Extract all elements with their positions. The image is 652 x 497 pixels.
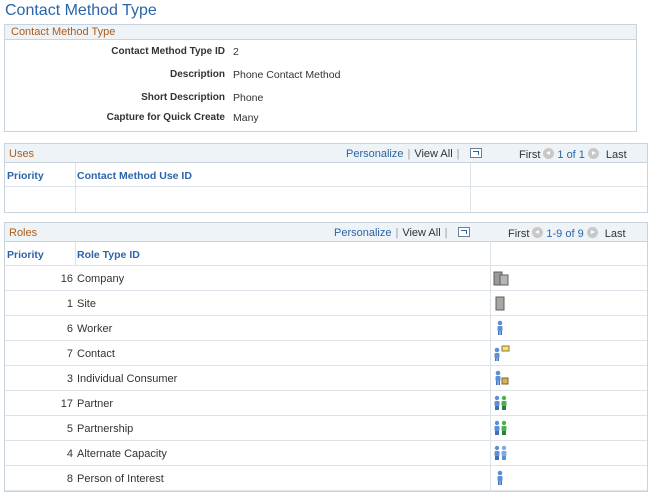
roles-col-priority[interactable]: Priority: [7, 249, 44, 261]
row-priority: 3: [66, 373, 73, 385]
roles-prev-arrow-icon[interactable]: [532, 227, 544, 238]
roles-grid-header: Roles Personalize | View All | First 1-9 of …: [5, 223, 647, 242]
row-role-type: Company: [77, 273, 125, 285]
uses-pagination: First 1 of 1 Last: [519, 148, 627, 161]
type-id-value: 2: [233, 46, 239, 58]
table-row: 1 Site: [5, 291, 647, 316]
row-priority: 17: [60, 398, 73, 410]
roles-grid: Roles Personalize | View All | First 1-9 of …: [4, 222, 648, 492]
uses-header-divider: [5, 186, 647, 187]
table-row: 17 Partner: [5, 391, 647, 416]
field-row-quick-create: Capture for Quick Create Many: [5, 112, 636, 126]
row-priority: 6: [66, 323, 73, 335]
row-role-type: Worker: [77, 323, 113, 335]
consumer-person-icon: [495, 370, 509, 385]
roles-grid-nav: Personalize | View All |: [334, 227, 470, 239]
partner-people-icon: [494, 395, 507, 410]
short-description-label: Short Description: [141, 92, 225, 103]
groupbox-header: Contact Method Type: [5, 25, 636, 40]
uses-last-label: Last: [605, 149, 627, 161]
row-role-type: Alternate Capacity: [77, 448, 167, 460]
table-row: 4 Alternate Capacity: [5, 441, 647, 466]
worker-person-icon: [497, 320, 503, 335]
row-role-type: Site: [77, 298, 96, 310]
roles-pagination: First 1-9 of 9 Last: [508, 227, 626, 240]
field-row-type-id: Contact Method Type ID 2: [5, 46, 636, 60]
uses-grid-title: Uses: [9, 148, 35, 160]
row-role-type: Individual Consumer: [77, 373, 178, 385]
row-priority: 1: [66, 298, 73, 310]
uses-range-text: 1 of 1: [557, 149, 585, 161]
site-building-icon: [495, 296, 505, 311]
description-value: Phone Contact Method: [233, 69, 341, 81]
table-row: 7 Contact: [5, 341, 647, 366]
table-row: 16 Company: [5, 266, 647, 291]
uses-prev-arrow-icon[interactable]: [543, 148, 555, 159]
uses-grid-header: Uses Personalize | View All | First 1 of 1 La…: [5, 144, 647, 163]
row-priority: 7: [66, 348, 73, 360]
table-row: 3 Individual Consumer: [5, 366, 647, 391]
uses-grid: Uses Personalize | View All | First 1 of 1 La…: [4, 143, 648, 213]
row-role-type: Contact: [77, 348, 115, 360]
roles-grid-title: Roles: [9, 227, 38, 239]
field-row-short-description: Short Description Phone: [5, 92, 636, 106]
uses-col-divider: [75, 163, 76, 212]
roles-icon-col-divider: [490, 266, 491, 492]
alternate-capacity-icon: [494, 445, 507, 460]
field-row-description: Description Phone Contact Method: [5, 69, 636, 83]
roles-range-text: 1-9 of 9: [546, 228, 584, 240]
roles-view-all-link[interactable]: View All: [402, 227, 440, 239]
row-role-type: Person of Interest: [77, 473, 164, 485]
description-label: Description: [169, 69, 225, 80]
roles-next-arrow-icon[interactable]: [586, 227, 598, 238]
uses-col-use-id[interactable]: Contact Method Use ID: [77, 170, 192, 182]
row-role-type: Partner: [77, 398, 114, 410]
contact-method-type-groupbox: Contact Method Type Contact Method Type …: [4, 24, 637, 132]
uses-grid-nav: Personalize | View All |: [346, 148, 482, 160]
row-role-type: Partnership: [77, 423, 134, 435]
roles-col-divider: [75, 242, 76, 266]
partnership-people-icon: [494, 420, 507, 435]
quick-create-label: Capture for Quick Create: [106, 112, 225, 123]
uses-zoom-icon[interactable]: [469, 148, 482, 158]
roles-last-label: Last: [604, 228, 626, 240]
quick-create-value: Many: [233, 112, 259, 124]
uses-personalize-link[interactable]: Personalize: [346, 148, 403, 160]
roles-zoom-icon[interactable]: [457, 227, 470, 237]
page-title: Contact Method Type: [5, 2, 157, 19]
uses-next-arrow-icon[interactable]: [587, 148, 599, 159]
uses-col-divider-2: [470, 163, 471, 212]
uses-col-priority[interactable]: Priority: [7, 170, 44, 182]
roles-first-label: First: [508, 228, 530, 240]
person-of-interest-icon: [497, 470, 503, 485]
company-building-icon: [493, 271, 509, 286]
table-row: 8 Person of Interest: [5, 466, 647, 491]
table-row: 5 Partnership: [5, 416, 647, 441]
row-priority: 4: [66, 448, 73, 460]
roles-col-divider-2: [490, 242, 491, 266]
uses-view-all-link[interactable]: View All: [414, 148, 452, 160]
short-description-value: Phone: [233, 92, 264, 104]
row-priority: 5: [66, 423, 73, 435]
table-row: 6 Worker: [5, 316, 647, 341]
contact-person-icon: [494, 345, 510, 361]
row-priority: 8: [66, 473, 73, 485]
roles-personalize-link[interactable]: Personalize: [334, 227, 391, 239]
row-priority: 16: [60, 273, 73, 285]
roles-col-role-type-id[interactable]: Role Type ID: [77, 249, 140, 261]
uses-first-label: First: [519, 149, 541, 161]
type-id-label: Contact Method Type ID: [111, 46, 225, 57]
